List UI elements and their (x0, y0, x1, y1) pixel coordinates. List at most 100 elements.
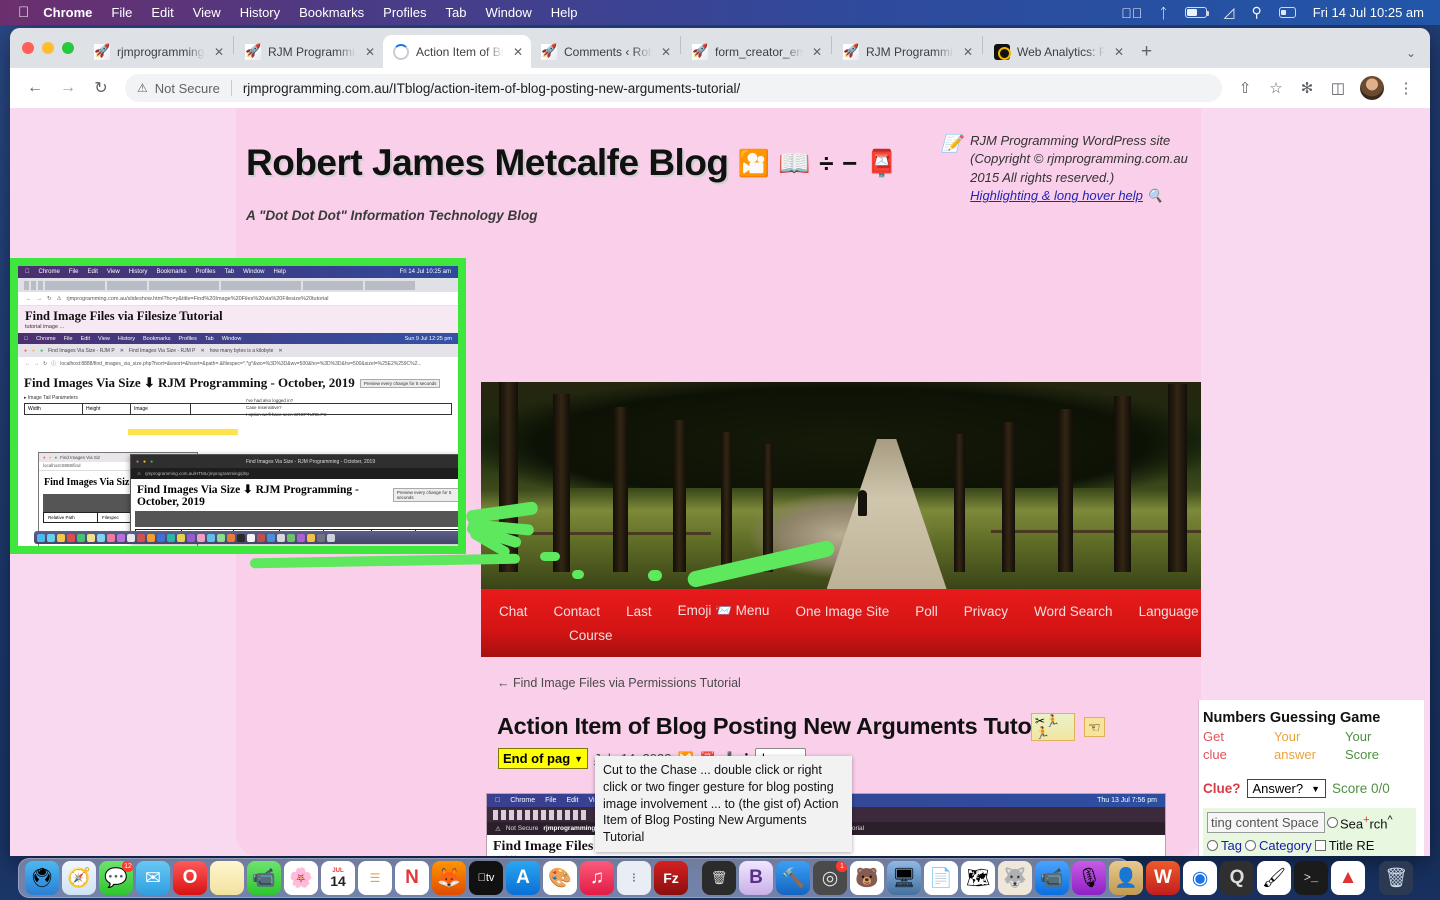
nav-link-last[interactable]: Last (626, 600, 652, 623)
scroll-position-select[interactable]: End of pag ▼ (498, 748, 589, 769)
ghostscript-icon[interactable]: 🐻 (850, 861, 884, 895)
menu-item-bookmarks[interactable]: Bookmarks (299, 5, 364, 20)
calculator-icon[interactable]: 🗑 (702, 861, 736, 895)
running-people-icon[interactable]: ✂🏃🏃 (1031, 713, 1075, 741)
answer-select[interactable]: Answer? ▼ (1246, 779, 1327, 799)
share-icon[interactable]: ⇧ (1231, 74, 1259, 102)
messages-icon[interactable]: 💬 12 (99, 861, 133, 895)
film-projector-icon[interactable]: 🎦 (738, 148, 770, 179)
search-input[interactable]: ting content Space (1207, 812, 1325, 834)
menu-item-chrome[interactable]: Chrome (43, 5, 92, 20)
nav-link-privacy[interactable]: Privacy (964, 600, 1008, 623)
previous-post-link[interactable]: ← Find Image Files via Permissions Tutor… (497, 676, 741, 690)
music-icon[interactable]: ♫ (580, 861, 614, 895)
minus-icon[interactable]: − (842, 148, 857, 179)
open-book-icon[interactable]: 📖 (778, 148, 810, 179)
browser-tab-5[interactable]: form_creator_email ✕ (682, 35, 830, 68)
appletv-icon[interactable]: tv (469, 861, 503, 895)
menu-item-view[interactable]: View (193, 5, 221, 20)
menu-item-edit[interactable]: Edit (151, 5, 173, 20)
puzzle-piece-icon[interactable]: ✻ (1293, 74, 1321, 102)
instruments-icon[interactable]: ◎ 1 (813, 861, 847, 895)
back-button[interactable]: ← (20, 73, 50, 103)
wordpress-icon[interactable]: W (1146, 861, 1180, 895)
menu-item-window[interactable]: Window (486, 5, 532, 20)
menu-item-history[interactable]: History (240, 5, 280, 20)
browser-tab-1[interactable]: rjmprogramming.co ✕ (84, 35, 232, 68)
news-icon[interactable]: N (395, 861, 429, 895)
browser-tab-2[interactable]: RJM Programming ✕ (235, 35, 383, 68)
close-tab-icon[interactable]: ✕ (511, 45, 525, 59)
category-label[interactable]: Category (1259, 838, 1312, 853)
contacts-icon[interactable]: 👤 (1109, 861, 1143, 895)
textedit-icon[interactable]: 📄 (924, 861, 958, 895)
close-tab-icon[interactable]: ✕ (363, 45, 377, 59)
photos-icon[interactable]: 🌸 (284, 861, 318, 895)
browser-tab-6[interactable]: RJM Programming ✕ (833, 35, 981, 68)
finder-icon[interactable]: 🖲 (25, 861, 59, 895)
xcode-icon[interactable]: 🔨 (776, 861, 810, 895)
terminal-icon[interactable]: >_ (1294, 861, 1328, 895)
facetime-icon[interactable]: 📹 (247, 861, 281, 895)
nav-link-chat[interactable]: Chat (499, 600, 528, 623)
star-icon[interactable]: ☆ (1262, 74, 1290, 102)
inkscape-icon[interactable]: 🖌 (1257, 861, 1291, 895)
calendar-icon[interactable]: JUL 14 (321, 861, 355, 895)
close-window-button[interactable] (22, 42, 34, 54)
nav-link-contact[interactable]: Contact (554, 600, 601, 623)
reminders-icon[interactable]: ☰ (358, 861, 392, 895)
nav-link-emoji-menu[interactable]: Emoji 📨 Menu (678, 599, 770, 623)
wifi-icon[interactable]: ◿ (1224, 4, 1235, 21)
search-radio[interactable] (1327, 817, 1338, 829)
maximize-window-button[interactable] (62, 42, 74, 54)
opera-icon[interactable]: O (173, 861, 207, 895)
tag-radio[interactable] (1207, 840, 1218, 852)
menu-item-file[interactable]: File (111, 5, 132, 20)
reload-button[interactable]: ↻ (86, 73, 116, 103)
filezilla-icon[interactable]: Fz (654, 861, 688, 895)
maps-icon[interactable]: 🗺 (961, 861, 995, 895)
nav-link-one-image-site[interactable]: One Image Site (795, 600, 889, 623)
overlay-floating-window[interactable]: ● ● ● Find Images Via Size - RJM Programmi… (130, 454, 458, 542)
bbedit-icon[interactable]: B (739, 861, 773, 895)
nav-link-poll[interactable]: Poll (915, 600, 938, 623)
search-icon[interactable]: ⚲ (1251, 4, 1261, 21)
sketchup-icon[interactable]: ▲ (1331, 861, 1365, 895)
menu-item-profiles[interactable]: Profiles (383, 5, 426, 20)
control-center-icon[interactable] (1278, 7, 1296, 18)
quicktime-icon[interactable]: Q (1220, 861, 1254, 895)
minimize-window-button[interactable] (42, 42, 54, 54)
preview-icon[interactable]: 🎨 (543, 861, 577, 895)
apple-icon[interactable]:  (18, 5, 29, 20)
nav-link-language[interactable]: Language (1139, 600, 1199, 623)
close-tab-icon[interactable]: ✕ (810, 45, 824, 59)
divide-icon[interactable]: ÷ (819, 148, 833, 179)
highlighted-screenshot-overlay[interactable]:  Chrome File Edit View History Bookmark… (10, 258, 466, 554)
notes-icon[interactable] (210, 861, 244, 895)
nav-link-word-search[interactable]: Word Search (1034, 600, 1113, 623)
mail-icon[interactable]: ✉ (136, 861, 170, 895)
side-panel-icon[interactable]: ◫ (1324, 74, 1352, 102)
gimp-icon[interactable]: 🐺 (998, 861, 1032, 895)
browser-tab-3-active[interactable]: Action Item of Blog ✕ (383, 35, 531, 68)
forward-button[interactable]: → (53, 73, 83, 103)
launchpad-icon[interactable]: ⁝ (617, 861, 651, 895)
firefox-icon[interactable]: 🦊 (432, 861, 466, 895)
chevron-down-icon[interactable]: ⌄ (1406, 46, 1430, 68)
close-tab-icon[interactable]: ✕ (961, 45, 975, 59)
new-tab-button[interactable]: + (1132, 41, 1161, 68)
tag-label[interactable]: Tag (1221, 838, 1242, 853)
bluetooth-icon[interactable]: ᛏ (1159, 5, 1167, 21)
appstore-icon[interactable]: A (506, 861, 540, 895)
menu-item-help[interactable]: Help (551, 5, 578, 20)
close-tab-icon[interactable]: ✕ (1112, 45, 1126, 59)
three-dot-menu-icon[interactable]: ⋮ (1392, 74, 1420, 102)
category-radio[interactable] (1244, 840, 1256, 852)
address-bar[interactable]: ⚠ Not Secure rjmprogramming.com.au/ITblo… (125, 74, 1222, 102)
play-circle-icon[interactable]: ▸⃝ (1121, 5, 1142, 21)
magnifier-icon[interactable]: 🔍 (1147, 188, 1163, 203)
screen-sharing-icon[interactable]: 🖥 (887, 861, 921, 895)
menu-bar-clock[interactable]: Fri 14 Jul 10:25 am (1313, 5, 1424, 20)
close-tab-icon[interactable]: ✕ (212, 45, 226, 59)
pointing-hand-icon[interactable]: ☜ (1084, 717, 1105, 737)
